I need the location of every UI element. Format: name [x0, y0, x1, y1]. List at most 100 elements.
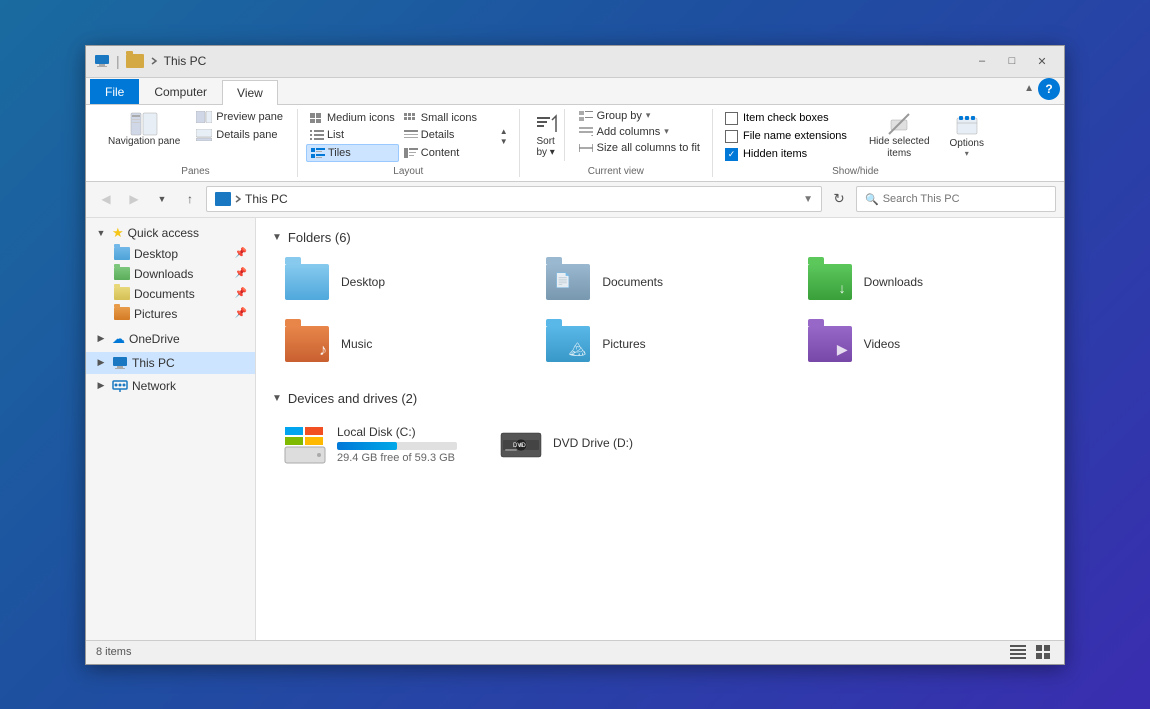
tile-downloads[interactable]: ↓ Downloads — [795, 255, 1048, 309]
add-columns-label: Add columns — [597, 126, 661, 138]
layout-tiles[interactable]: Tiles — [306, 144, 399, 162]
path-dropdown-arrow[interactable]: ▼ — [803, 194, 813, 205]
layout-medium-icons[interactable]: Medium icons — [306, 110, 399, 126]
folders-grid: Desktop 📄 Documents ↓ — [272, 255, 1048, 371]
title-folder-icon — [126, 54, 144, 68]
window-title: This PC — [164, 54, 207, 68]
panes-column: Preview pane Details pane — [190, 109, 289, 143]
path-text: This PC — [245, 192, 799, 206]
check-mark: ✓ — [728, 149, 736, 160]
sidebar-downloads[interactable]: Downloads 📌 — [86, 264, 255, 284]
maximize-button[interactable]: □ — [998, 50, 1026, 72]
medium-icons-label: Medium icons — [327, 112, 395, 124]
pictures-tile-icon: 🏔 — [544, 324, 592, 364]
sidebar-this-pc[interactable]: ▶ This PC — [86, 352, 255, 374]
address-bar: ◀ ▶ ▼ ↑ This PC ▼ ↻ 🔍 — [86, 182, 1064, 218]
pictures-tile-label: Pictures — [602, 337, 645, 351]
details-view-icon — [1010, 645, 1026, 659]
address-path-bar[interactable]: This PC ▼ — [206, 186, 822, 212]
file-name-ext-label: File name extensions — [743, 130, 847, 142]
downloads-folder-large-icon: ↓ — [808, 264, 852, 300]
tab-computer[interactable]: Computer — [139, 79, 222, 104]
group-by-button[interactable]: Group by ▾ — [575, 109, 704, 123]
device-local-disk[interactable]: Local Disk (C:) 29.4 GB free of 59.3 GB — [272, 416, 472, 474]
options-label: Options — [950, 138, 984, 149]
minimize-button[interactable]: – — [968, 50, 996, 72]
tile-music[interactable]: ♪ Music — [272, 317, 525, 371]
downloads-label: Downloads — [134, 267, 193, 281]
expand-onedrive-icon: ▶ — [94, 332, 108, 346]
item-checkboxes-row[interactable]: Item check boxes — [721, 111, 851, 126]
computer-icon — [94, 53, 110, 69]
item-count: 8 items — [96, 646, 131, 658]
folders-section-header: ▼ Folders (6) — [272, 230, 1048, 245]
tab-file[interactable]: File — [90, 79, 139, 104]
ribbon-collapse-icon[interactable]: ▲ — [1024, 83, 1034, 94]
sidebar-desktop[interactable]: Desktop 📌 — [86, 244, 255, 264]
content-area: ▼ Folders (6) Desktop 📄 — [256, 218, 1064, 640]
navigation-pane-button[interactable]: Navigation pane — [102, 109, 186, 151]
pictures-label: Pictures — [134, 307, 177, 321]
documents-tile-label: Documents — [602, 275, 663, 289]
tile-documents[interactable]: 📄 Documents — [533, 255, 786, 309]
layout-scroll-up[interactable]: ▲ — [497, 126, 511, 136]
add-columns-button[interactable]: + Add columns ▾ — [575, 125, 704, 139]
layout-small-icons[interactable]: Small icons — [400, 110, 493, 126]
add-columns-icon: + — [579, 127, 593, 137]
search-bar[interactable]: 🔍 — [856, 186, 1056, 212]
local-disk-info: Local Disk (C:) 29.4 GB free of 59.3 GB — [337, 425, 461, 464]
content-label: Content — [421, 147, 460, 159]
recent-locations-button[interactable]: ▼ — [150, 187, 174, 211]
up-button[interactable]: ↑ — [178, 187, 202, 211]
size-columns-button[interactable]: Size all columns to fit — [575, 141, 704, 155]
file-name-ext-row[interactable]: File name extensions — [721, 129, 851, 144]
close-button[interactable]: ✕ — [1028, 50, 1056, 72]
title-bar: | This PC – □ ✕ — [86, 46, 1064, 78]
dvd-icon: DVD — [499, 423, 543, 467]
tile-pictures[interactable]: 🏔 Pictures — [533, 317, 786, 371]
docs-icon-overlay: 📄 — [554, 272, 571, 289]
tile-desktop[interactable]: Desktop — [272, 255, 525, 309]
this-pc-label: This PC — [132, 356, 175, 370]
details-view-button[interactable] — [1008, 644, 1028, 660]
layout-content[interactable]: Content — [400, 144, 493, 162]
details-pane-icon — [196, 129, 212, 141]
tab-view[interactable]: View — [222, 80, 278, 105]
refresh-button[interactable]: ↻ — [826, 186, 852, 212]
folders-header-label: Folders (6) — [288, 230, 351, 245]
hidden-items-row[interactable]: ✓ Hidden items — [721, 147, 851, 162]
sidebar-network[interactable]: ▶ Network — [86, 376, 255, 396]
list-label: List — [327, 129, 344, 141]
layout-scroll-down[interactable]: ▼ — [497, 136, 511, 146]
videos-tile-icon: ▶ — [806, 324, 854, 364]
forward-button[interactable]: ▶ — [122, 187, 146, 211]
back-button[interactable]: ◀ — [94, 187, 118, 211]
play-icon: ▶ — [837, 341, 848, 358]
sort-by-button[interactable]: Sortby ▾ — [528, 109, 565, 161]
title-bar-left: | This PC — [94, 53, 968, 69]
sidebar-quick-access[interactable]: ▼ ★ Quick access — [86, 222, 255, 244]
panes-group-label: Panes — [102, 164, 289, 177]
sidebar-documents[interactable]: Documents 📌 — [86, 284, 255, 304]
tile-videos[interactable]: ▶ Videos — [795, 317, 1048, 371]
file-name-ext-checkbox[interactable] — [725, 130, 738, 143]
sidebar-pictures[interactable]: Pictures 📌 — [86, 304, 255, 324]
details-pane-button[interactable]: Details pane — [190, 127, 289, 143]
ribbon-group-panes: Navigation pane Preview pane — [94, 109, 298, 177]
group-by-label: Group by — [597, 110, 642, 122]
item-checkboxes-checkbox[interactable] — [725, 112, 738, 125]
hidden-items-checkbox[interactable]: ✓ — [725, 148, 738, 161]
network-label: Network — [132, 379, 176, 393]
sidebar-onedrive[interactable]: ▶ ☁ OneDrive — [86, 328, 255, 350]
tiles-view-button[interactable] — [1034, 644, 1054, 660]
preview-pane-button[interactable]: Preview pane — [190, 109, 289, 125]
search-input[interactable] — [883, 193, 1047, 205]
device-dvd-drive[interactable]: DVD DVD Drive (D:) — [488, 416, 688, 474]
options-button[interactable]: Options ▾ — [944, 111, 990, 161]
layout-list[interactable]: List — [306, 127, 399, 143]
hide-selected-button[interactable]: Hide selecteditems — [863, 109, 936, 163]
status-bar: 8 items — [86, 640, 1064, 664]
main-area: ▼ ★ Quick access Desktop 📌 Downloads 📌 D… — [86, 218, 1064, 640]
help-button[interactable]: ? — [1038, 78, 1060, 100]
layout-details[interactable]: Details — [400, 127, 493, 143]
